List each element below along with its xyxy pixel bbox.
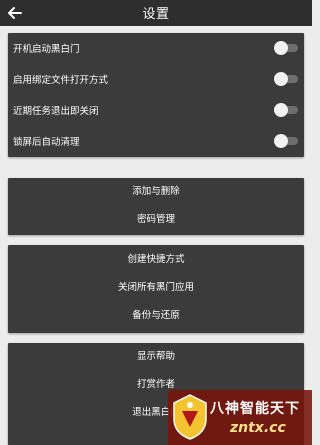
toggle-switch[interactable]	[274, 41, 298, 55]
toggle-switch[interactable]	[274, 72, 298, 86]
switch-thumb	[274, 103, 288, 117]
switch-thumb	[274, 134, 288, 148]
watermark-overlay: 八神智能天下 zntx.cc	[168, 390, 312, 445]
switch-thumb	[274, 72, 288, 86]
show-help-button[interactable]: 显示帮助	[8, 343, 304, 371]
settings-screen: 设置 开机启动黑白门 启用绑定文件打开方式 近期任务退出即关闭 锁屏后自动清理 …	[0, 0, 312, 445]
password-manage-button[interactable]: 密码管理	[8, 206, 304, 234]
switch-thumb	[274, 41, 288, 55]
close-all-apps-button[interactable]: 关闭所有黑门应用	[8, 274, 304, 302]
page-title: 设置	[142, 7, 170, 22]
toggle-label: 开机启动黑白门	[13, 44, 80, 55]
watermark-text: 八神智能天下	[210, 401, 300, 417]
toggle-row-clean-on-lock[interactable]: 锁屏后自动清理	[8, 126, 304, 157]
create-shortcut-button[interactable]: 创建快捷方式	[8, 246, 304, 274]
watermark-url: zntx.cc	[230, 420, 286, 436]
toggle-label: 启用绑定文件打开方式	[13, 75, 109, 86]
toggle-switch[interactable]	[274, 103, 298, 117]
menu-card-tools: 创建快捷方式 关闭所有黑门应用 备份与还原	[8, 245, 304, 333]
toggle-row-bind-open-with[interactable]: 启用绑定文件打开方式	[8, 64, 304, 95]
toggle-row-autostart[interactable]: 开机启动黑白门	[8, 33, 304, 64]
menu-card-apps: 添加与删除 密码管理	[8, 178, 304, 235]
toggle-label: 锁屏后自动清理	[13, 137, 80, 148]
backup-restore-button[interactable]: 备份与还原	[8, 302, 304, 330]
toggle-settings-card: 开机启动黑白门 启用绑定文件打开方式 近期任务退出即关闭 锁屏后自动清理	[8, 33, 304, 157]
toggle-switch[interactable]	[274, 134, 298, 148]
toggle-row-close-on-recents[interactable]: 近期任务退出即关闭	[8, 95, 304, 126]
app-bar: 设置	[0, 0, 312, 26]
add-remove-button[interactable]: 添加与删除	[8, 178, 304, 206]
mascot-logo-icon	[173, 394, 207, 440]
toggle-label: 近期任务退出即关闭	[13, 106, 99, 117]
